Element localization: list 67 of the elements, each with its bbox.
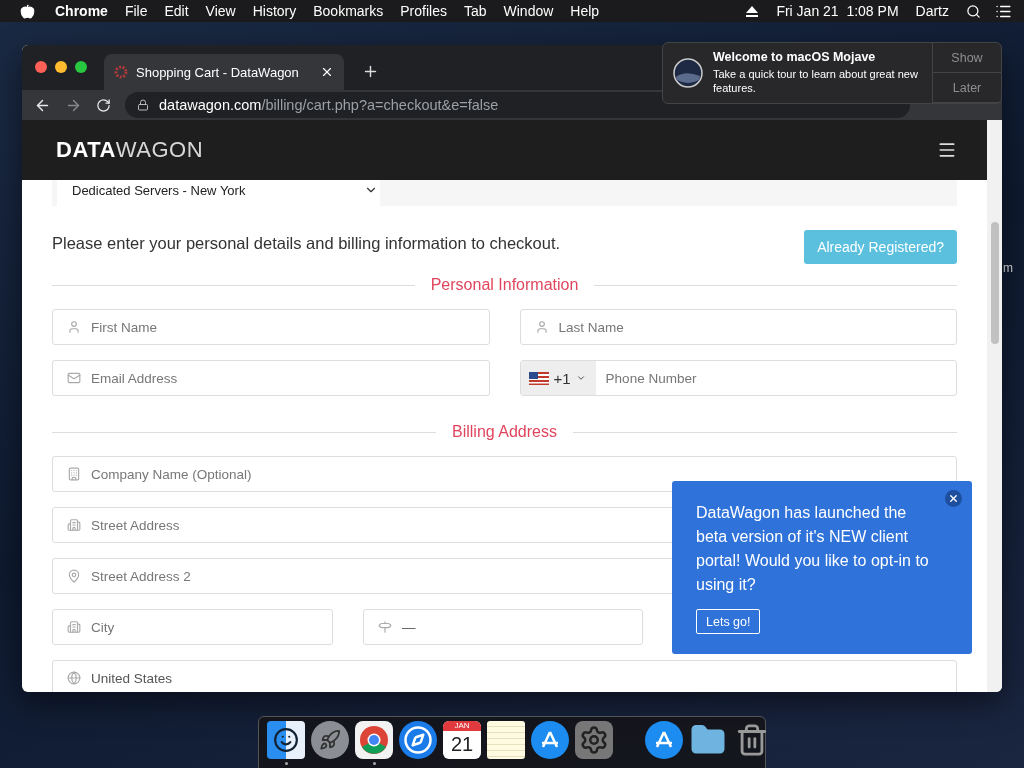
building-icon bbox=[67, 518, 81, 532]
mail-icon bbox=[67, 371, 81, 385]
site-logo[interactable]: DATAWAGON bbox=[56, 137, 204, 163]
menu-item[interactable]: Chrome bbox=[55, 3, 108, 19]
menu-icon[interactable] bbox=[937, 140, 957, 160]
menu-item[interactable]: History bbox=[252, 3, 297, 19]
user-icon bbox=[534, 320, 549, 334]
lets-go-button[interactable]: Lets go! bbox=[696, 609, 761, 634]
category-select[interactable]: Dedicated Servers - New York bbox=[57, 180, 380, 206]
notification-action[interactable]: Later bbox=[933, 73, 1001, 103]
intro-text: Please enter your personal details and billing information to checkout. bbox=[52, 233, 561, 253]
signpost-icon bbox=[378, 620, 392, 634]
pin-icon bbox=[67, 569, 81, 583]
globe-icon bbox=[67, 671, 81, 685]
reload-icon[interactable] bbox=[96, 97, 111, 113]
gear-icon bbox=[114, 65, 128, 79]
rocket-icon[interactable] bbox=[311, 721, 349, 759]
chrome-icon[interactable] bbox=[355, 721, 393, 759]
close-button[interactable] bbox=[945, 490, 962, 507]
menu-item[interactable]: Tab bbox=[463, 3, 487, 19]
section-heading: Personal Information bbox=[429, 276, 580, 294]
minimize-button[interactable] bbox=[55, 61, 67, 73]
menu-item[interactable]: Help bbox=[570, 3, 600, 19]
finder-icon[interactable] bbox=[267, 721, 305, 759]
menu-item[interactable]: Edit bbox=[164, 3, 189, 19]
menu-item[interactable]: Window bbox=[503, 3, 554, 19]
caret-icon bbox=[575, 373, 586, 383]
apple-icon[interactable] bbox=[20, 3, 35, 19]
notification-action[interactable]: Show bbox=[933, 43, 1001, 73]
compass-icon[interactable] bbox=[399, 721, 437, 759]
app-store-icon[interactable] bbox=[531, 721, 569, 759]
browser-tab[interactable]: Shopping Cart - DataWagon bbox=[104, 54, 344, 90]
menu-item[interactable]: View bbox=[205, 3, 236, 19]
user-icon bbox=[67, 320, 81, 334]
search-icon[interactable] bbox=[966, 3, 981, 19]
clock[interactable]: Fri Jan 21 1:08 PM bbox=[776, 3, 899, 19]
flag-icon bbox=[528, 371, 549, 385]
app-store-icon[interactable] bbox=[645, 721, 683, 759]
country-code-select[interactable]: +1 bbox=[520, 361, 596, 395]
menu-item[interactable]: Bookmarks bbox=[313, 3, 384, 19]
close-button[interactable] bbox=[35, 61, 47, 73]
building-icon bbox=[67, 620, 81, 634]
close-icon bbox=[948, 493, 959, 504]
new-tab-icon[interactable] bbox=[362, 63, 379, 80]
zoom-button[interactable] bbox=[75, 61, 87, 73]
user-name[interactable]: Dartz bbox=[915, 3, 949, 19]
settings-icon[interactable] bbox=[575, 721, 613, 759]
notification-title: Welcome to macOS Mojave bbox=[713, 50, 877, 64]
mojave-icon bbox=[673, 58, 703, 88]
scrollbar[interactable] bbox=[987, 120, 1002, 692]
building-icon bbox=[67, 467, 81, 481]
desktop-label: m bbox=[1003, 261, 1013, 275]
input-field[interactable]: Email Address bbox=[52, 360, 490, 396]
menu-item[interactable]: File bbox=[124, 3, 148, 19]
input-field[interactable]: First Name bbox=[52, 309, 490, 345]
section-heading: Billing Address bbox=[451, 423, 558, 441]
input-field[interactable]: Last Name bbox=[519, 309, 957, 345]
lock-icon bbox=[137, 99, 149, 111]
phone-field[interactable]: +1 Phone Number bbox=[519, 360, 957, 396]
close-icon[interactable] bbox=[320, 65, 334, 79]
eject-icon[interactable] bbox=[746, 5, 759, 17]
input-field[interactable]: City bbox=[52, 609, 333, 645]
select-field[interactable]: — bbox=[363, 609, 643, 645]
notification-body: Take a quick tour to learn about great new features. bbox=[713, 67, 918, 95]
calendar-icon[interactable]: JAN 21 bbox=[443, 721, 481, 759]
menu-item[interactable]: Profiles bbox=[400, 3, 447, 19]
select-field[interactable]: United States bbox=[52, 660, 957, 692]
